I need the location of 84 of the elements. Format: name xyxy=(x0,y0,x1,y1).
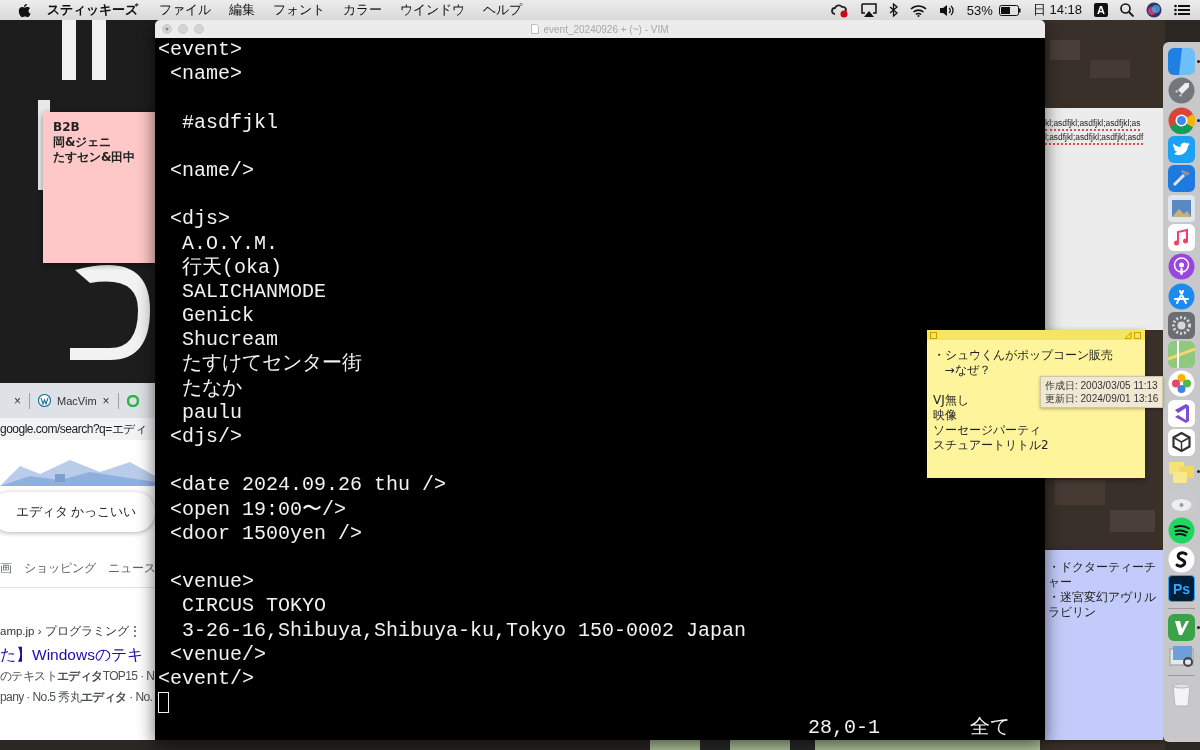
close-button[interactable] xyxy=(162,24,172,34)
wifi-icon[interactable] xyxy=(909,3,927,17)
note-text: 映像 xyxy=(933,408,957,423)
code-line: Shucream xyxy=(181,328,279,353)
split-square-icon[interactable] xyxy=(1168,48,1195,76)
note-text: VJ無し xyxy=(933,393,969,408)
wordpress-icon xyxy=(38,394,51,407)
code-line: <venue/> xyxy=(169,642,267,667)
more-menu[interactable]: ⋮ xyxy=(128,624,141,639)
menu-item[interactable]: フォント xyxy=(264,1,334,19)
podcast-icon[interactable] xyxy=(1168,253,1195,281)
code-line: <djs/> xyxy=(169,425,242,450)
code-line: たすけてセンター街 xyxy=(181,352,362,377)
app-store-icon[interactable] xyxy=(1168,282,1195,310)
result-url: amp.jp › プログラミング xyxy=(0,624,129,639)
round-tab-icon[interactable] xyxy=(126,394,139,407)
code-line: 3-26-16,Shibuya,Shibuya-ku,Tokyo 150-0002 Japan xyxy=(181,618,747,643)
airplay-icon[interactable] xyxy=(860,3,877,17)
cursor-position: 28,0-1 xyxy=(808,716,881,740)
code-line: <djs> xyxy=(169,207,230,232)
menu-item[interactable]: ウインドウ xyxy=(391,1,474,19)
list-icon[interactable] xyxy=(1174,4,1190,16)
code-line: <name/> xyxy=(169,158,254,184)
battery-percent: 53% xyxy=(966,2,993,18)
menu-item[interactable]: ヘルプ xyxy=(474,1,531,19)
menu-item[interactable]: 編集 xyxy=(220,1,264,19)
search-field[interactable]: エディタ かっこいい xyxy=(0,492,155,532)
hammer-icon[interactable] xyxy=(1168,165,1195,193)
result-snippet: のテキストエディタTOP15 · N xyxy=(0,668,155,685)
speaker-icon[interactable] xyxy=(938,3,955,17)
sound-waves-icon[interactable] xyxy=(1168,516,1195,544)
apple-icon[interactable] xyxy=(18,2,31,18)
clock[interactable]: 日 14:18 xyxy=(1032,1,1083,19)
cloud-icon[interactable] xyxy=(830,2,849,18)
orb-icon[interactable] xyxy=(1146,2,1162,18)
search-tab[interactable]: ニュース xyxy=(108,560,155,577)
note-text: たすセン&田中 xyxy=(53,150,136,165)
note-text: ソーセージパーティ xyxy=(933,423,1041,438)
bluetooth-icon[interactable] xyxy=(888,3,898,17)
menu-item[interactable]: カラー xyxy=(334,1,391,19)
swirl-icon[interactable] xyxy=(1168,546,1195,574)
code-line: <venue> xyxy=(169,570,254,595)
code-line: CIRCUS TOKYO xyxy=(181,594,327,619)
code-line: <date 2024.09.26 thu /> xyxy=(169,473,447,498)
app-name[interactable]: スティッキーズ xyxy=(31,1,150,19)
input-source[interactable]: A xyxy=(1094,3,1108,17)
address-bar[interactable]: google.com/search?q=エディ xyxy=(0,418,155,440)
code-line: SALICHANMODE xyxy=(181,279,327,305)
tab-title[interactable]: MacVim xyxy=(57,394,97,407)
note-text: スチュアートリトル2 xyxy=(933,438,1049,453)
flower-icon[interactable] xyxy=(1168,370,1195,398)
app-tile[interactable]: Ps xyxy=(1168,575,1195,603)
map-icon[interactable] xyxy=(1168,341,1195,369)
code-line: <event/> xyxy=(158,666,254,692)
text-cursor xyxy=(158,692,169,714)
code-line: #asdfjkl xyxy=(181,110,279,135)
tab-close[interactable]: × xyxy=(102,393,110,408)
tab-close[interactable]: × xyxy=(14,393,21,408)
note-text: 岡&ジェニ xyxy=(53,135,112,150)
code-line: <open 19:00〜/> xyxy=(169,497,347,522)
search-tab[interactable]: ショッピング xyxy=(24,560,96,577)
photo-icon[interactable] xyxy=(1168,194,1195,222)
code-line: A.O.Y.M. xyxy=(181,231,279,256)
bird-icon[interactable] xyxy=(1168,136,1195,164)
menu-item[interactable]: ファイル xyxy=(150,1,220,19)
result-link[interactable]: た】Windowsのテキ xyxy=(0,645,155,666)
code-line: paulu xyxy=(181,400,242,425)
rocket-icon[interactable] xyxy=(1168,77,1195,105)
window-title: event_20240926 + (~) - VIM xyxy=(543,23,669,35)
code-line: <event> xyxy=(158,38,242,63)
document-icon xyxy=(531,24,540,34)
search-icon[interactable] xyxy=(1120,3,1134,17)
code-line: Genick xyxy=(181,304,254,329)
search-tab[interactable]: 画 xyxy=(0,560,12,577)
code-line: <name> xyxy=(169,62,242,87)
note-text: →なぜ？ xyxy=(943,363,991,378)
code-line: たなか xyxy=(181,376,242,401)
scroll-indicator: 全て xyxy=(970,716,1010,740)
battery-icon xyxy=(998,4,1021,16)
note-text: B2B xyxy=(53,120,80,135)
round-logo-icon[interactable] xyxy=(1168,106,1195,134)
code-line: <door 1500yen /> xyxy=(169,521,363,546)
result-snippet: pany · No.5 秀丸エディタ · No. xyxy=(0,689,154,706)
code-line: 行天(oka) xyxy=(181,255,282,280)
